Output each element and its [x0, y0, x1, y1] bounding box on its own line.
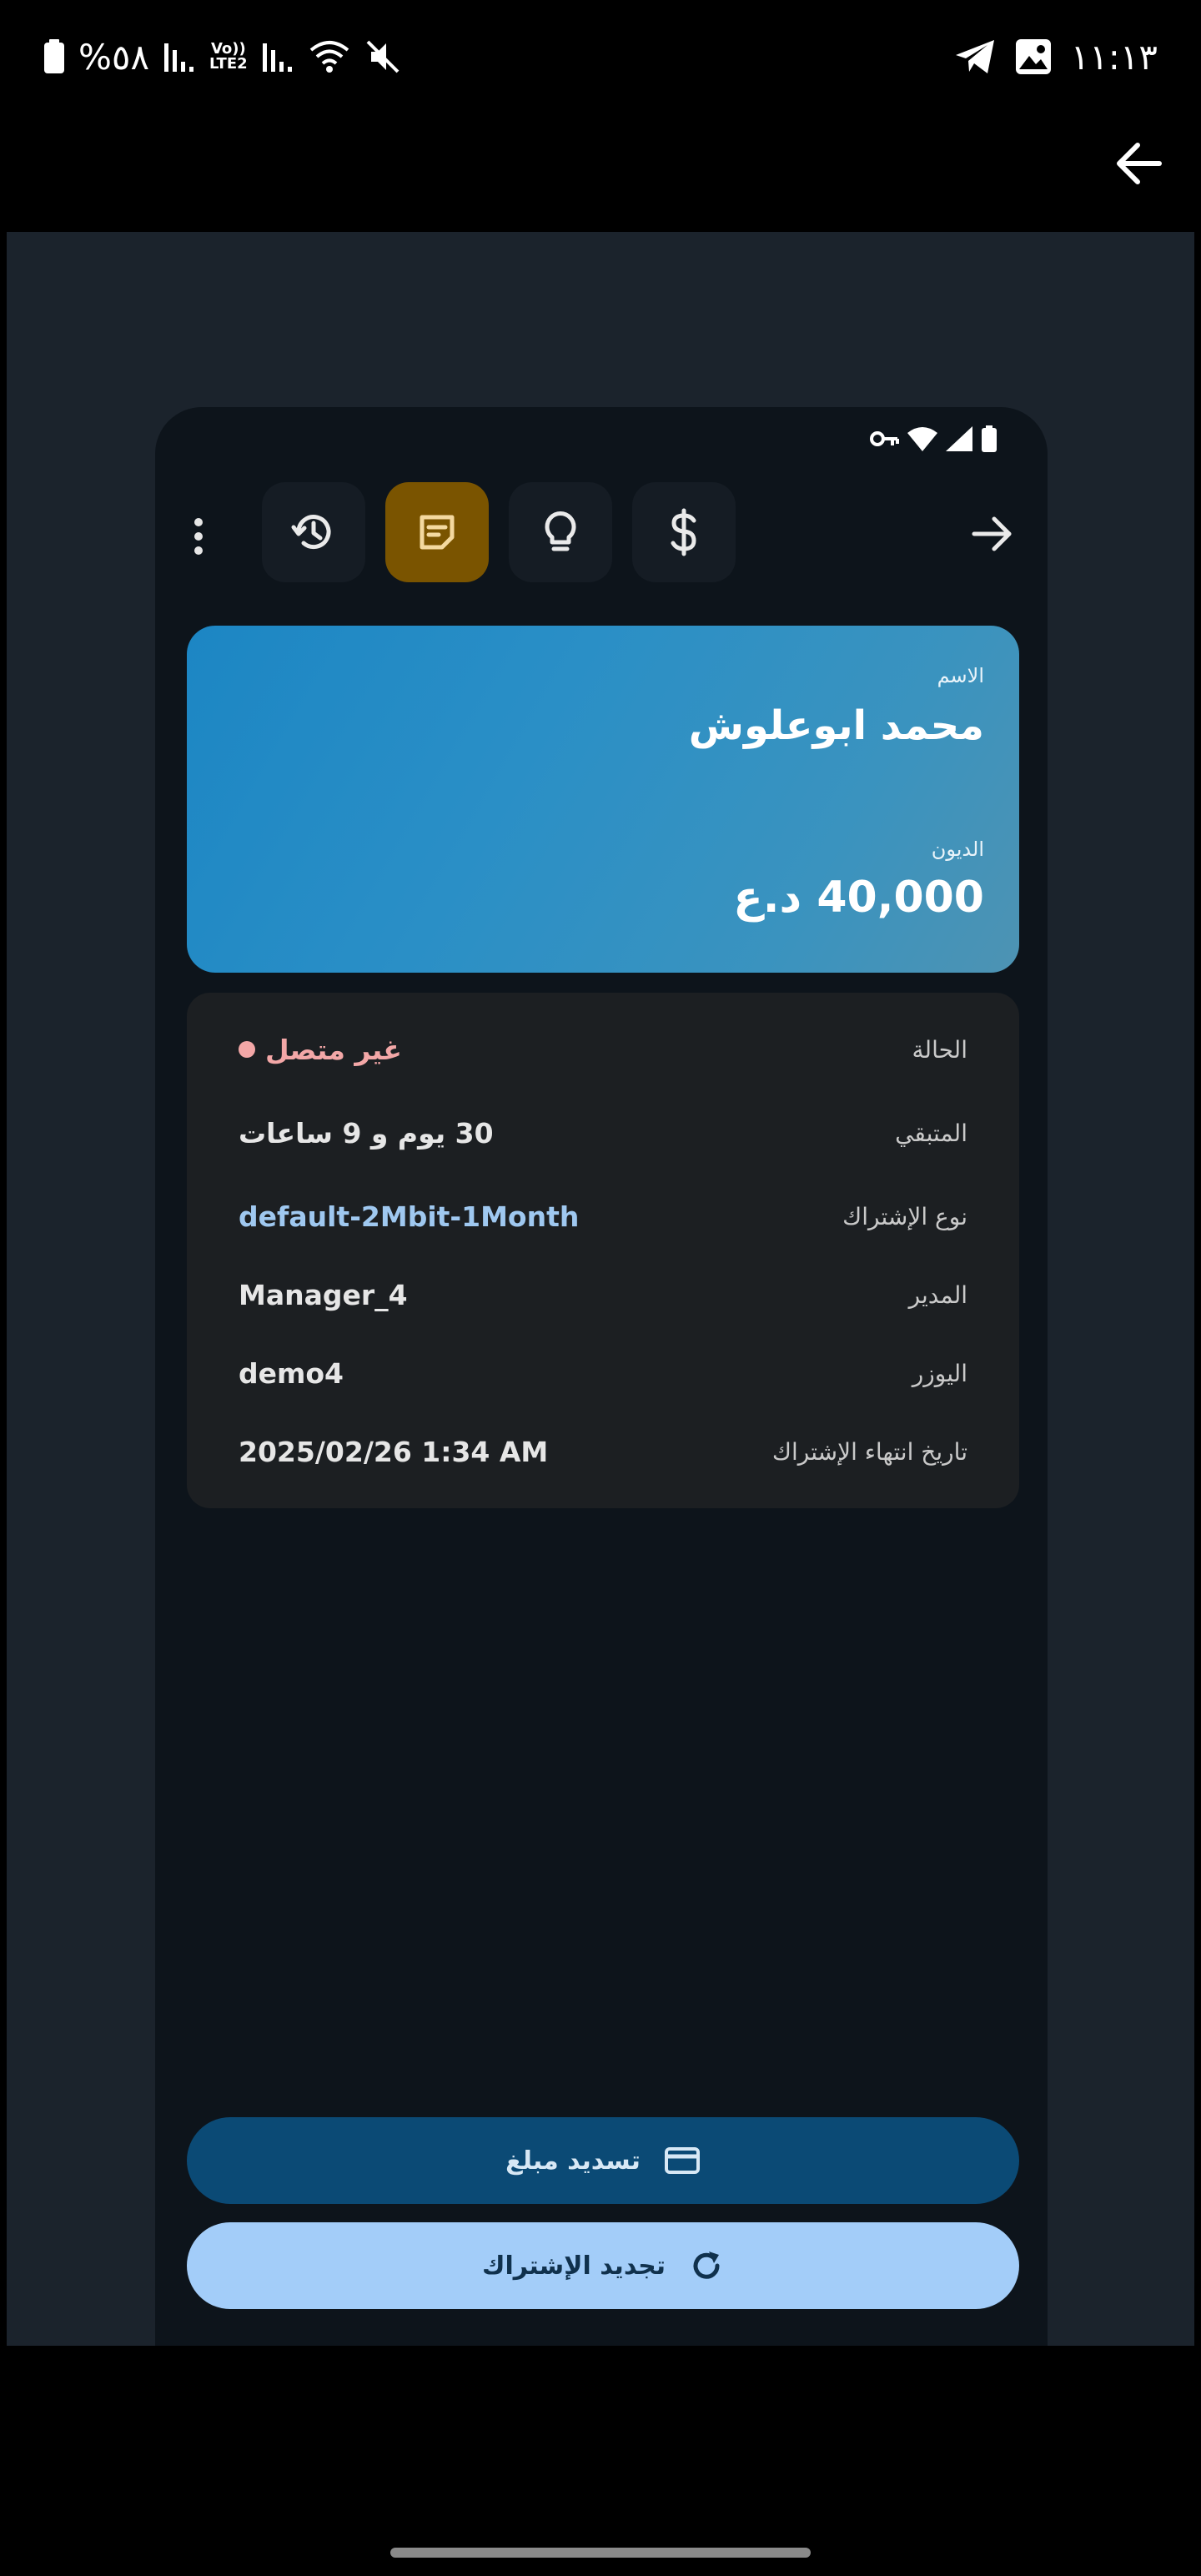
- more-options-icon[interactable]: [188, 516, 209, 557]
- history-icon: [291, 515, 331, 550]
- detail-row-status: غير متصل الحالة: [239, 1024, 967, 1074]
- renew-subscription-button[interactable]: تجديد الإشتراك: [187, 2222, 1019, 2309]
- forward-arrow-icon[interactable]: [969, 511, 1016, 557]
- user-label: اليوزر: [912, 1359, 967, 1387]
- tab-notes[interactable]: [385, 482, 489, 582]
- gallery-icon: [1015, 39, 1051, 74]
- signal-icon: [164, 43, 194, 72]
- volte-indicator: Vo)) LTE2: [209, 40, 248, 73]
- battery-icon: [982, 425, 997, 452]
- debt-label: الديون: [931, 838, 984, 861]
- cell-signal-icon: [946, 426, 972, 451]
- app-toolbar: [155, 482, 1048, 591]
- renew-subscription-label: تجديد الإشتراك: [481, 2251, 666, 2281]
- vpn-key-icon: [870, 431, 899, 446]
- detail-row-plan: default-2Mbit-1Month نوع الإشتراك: [239, 1191, 967, 1241]
- back-arrow-icon[interactable]: [1109, 133, 1169, 194]
- mute-icon: [366, 40, 399, 73]
- detail-row-manager: Manager_4 المدير: [239, 1270, 967, 1320]
- wifi-icon: [309, 41, 349, 73]
- user-value: demo4: [239, 1356, 344, 1390]
- pay-amount-button[interactable]: تسديد مبلغ: [187, 2117, 1019, 2204]
- subscriber-card: الاسم محمد ابوعلوش الديون 40,000 د.ع: [187, 626, 1019, 973]
- manager-label: المدير: [908, 1280, 967, 1309]
- tab-tips[interactable]: [509, 482, 612, 582]
- pay-amount-label: تسديد مبلغ: [505, 2146, 641, 2176]
- manager-value: Manager_4: [239, 1278, 408, 1311]
- status-value: غير متصل: [239, 1034, 402, 1066]
- status-dot: [239, 1041, 255, 1058]
- detail-row-user: demo4 اليوزر: [239, 1348, 967, 1398]
- expiry-value: 2025/02/26 1:34 AM: [239, 1435, 549, 1468]
- status-label: الحالة: [912, 1035, 967, 1064]
- gesture-nav-handle[interactable]: [390, 2548, 811, 2558]
- remaining-label: المتبقي: [895, 1119, 967, 1147]
- details-panel: غير متصل الحالة 30 يوم و 9 ساعات المتبقي…: [187, 993, 1019, 1508]
- image-viewer: الاسم محمد ابوعلوش الديون 40,000 د.ع غير…: [7, 232, 1194, 2346]
- remaining-value: 30 يوم و 9 ساعات: [239, 1116, 494, 1150]
- credit-card-icon: [664, 2147, 700, 2174]
- expiry-label: تاريخ انتهاء الإشتراك: [771, 1437, 967, 1466]
- signal-icon-2: [262, 43, 292, 72]
- app-screenshot: الاسم محمد ابوعلوش الديون 40,000 د.ع غير…: [155, 407, 1048, 2346]
- clock: ١١:١٣: [1070, 36, 1158, 78]
- refresh-icon: [693, 2251, 720, 2279]
- plan-label: نوع الإشتراك: [842, 1202, 967, 1230]
- detail-row-remaining: 30 يوم و 9 ساعات المتبقي: [239, 1108, 967, 1158]
- name-label: الاسم: [937, 664, 984, 687]
- battery-icon: [44, 39, 64, 73]
- debt-value: 40,000 د.ع: [733, 873, 984, 923]
- wifi-icon: [907, 427, 937, 451]
- inner-status-bar: [869, 425, 997, 452]
- dollar-icon: [671, 508, 696, 556]
- subscriber-name: محمد ابوعلوش: [688, 702, 984, 749]
- telegram-icon: [955, 40, 994, 73]
- notes-icon: [420, 515, 455, 550]
- system-status-bar: %٥٨ Vo)) LTE2 ١١:١٣: [0, 0, 1201, 117]
- battery-percent: %٥٨: [78, 36, 150, 78]
- detail-row-expiry: 2025/02/26 1:34 AM تاريخ انتهاء الإشتراك: [239, 1426, 967, 1477]
- plan-value[interactable]: default-2Mbit-1Month: [239, 1200, 579, 1233]
- tab-history[interactable]: [262, 482, 365, 582]
- tab-payments[interactable]: [632, 482, 736, 582]
- lightbulb-icon: [545, 511, 576, 551]
